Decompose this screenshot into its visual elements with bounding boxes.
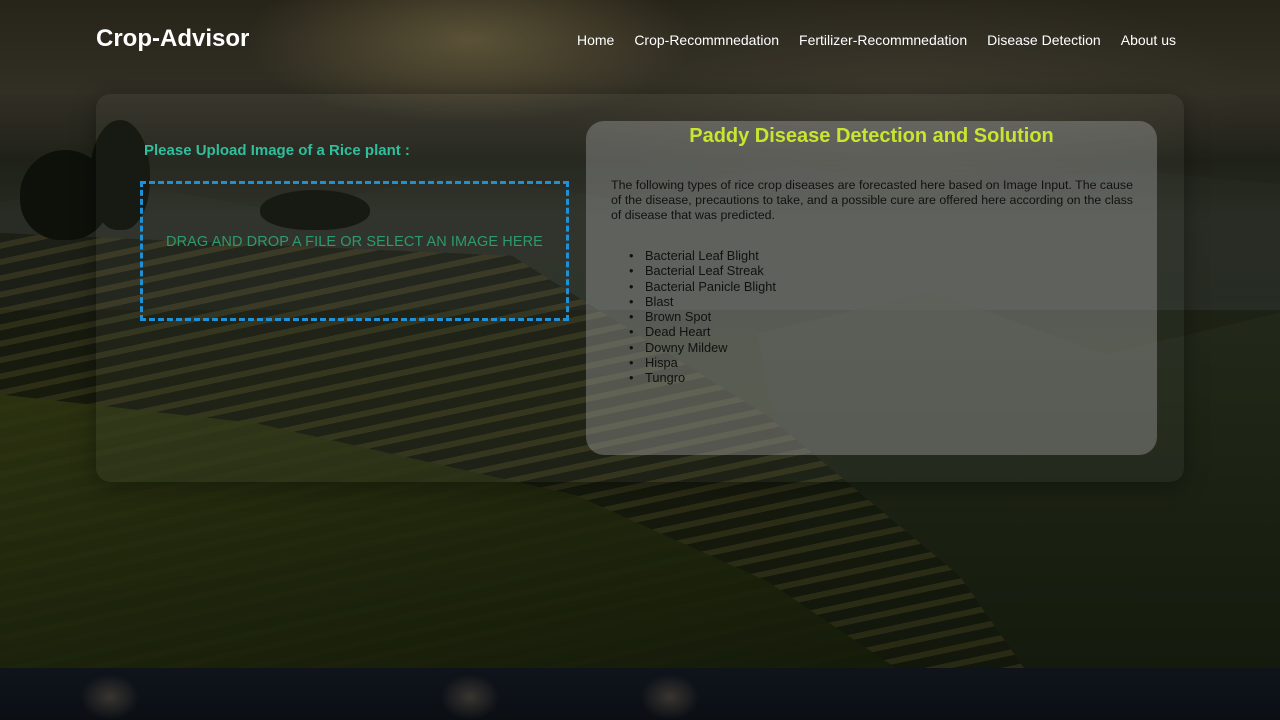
nav-disease-detection[interactable]: Disease Detection <box>987 32 1101 48</box>
dropzone-label: DRAG AND DROP A FILE OR SELECT AN IMAGE … <box>166 234 543 250</box>
footer-cloud <box>640 674 700 720</box>
file-dropzone[interactable]: DRAG AND DROP A FILE OR SELECT AN IMAGE … <box>140 181 569 321</box>
disease-info-card: Paddy Disease Detection and Solution The… <box>586 121 1157 455</box>
disease-list: Bacterial Leaf Blight Bacterial Leaf Str… <box>629 248 776 386</box>
brand-logo[interactable]: Crop-Advisor <box>96 25 249 53</box>
disease-list-item: Tungro <box>629 370 776 386</box>
nav-menu: Home Crop-Recommnedation Fertilizer-Reco… <box>577 32 1176 48</box>
disease-list-item: Brown Spot <box>629 309 776 325</box>
footer-cloud <box>80 674 140 720</box>
footer-cloud <box>440 674 500 720</box>
nav-crop-recommendation[interactable]: Crop-Recommnedation <box>634 32 779 48</box>
navbar: Crop-Advisor Home Crop-Recommnedation Fe… <box>0 0 1280 80</box>
disease-list-item: Dead Heart <box>629 324 776 340</box>
info-heading: Paddy Disease Detection and Solution <box>689 125 1054 147</box>
disease-list-item: Blast <box>629 294 776 310</box>
disease-list-item: Bacterial Panicle Blight <box>629 279 776 295</box>
disease-list-item: Bacterial Leaf Streak <box>629 263 776 279</box>
footer-strip <box>0 668 1280 720</box>
nav-home[interactable]: Home <box>577 32 614 48</box>
nav-about-us[interactable]: About us <box>1121 32 1176 48</box>
info-description: The following types of rice crop disease… <box>611 178 1133 222</box>
disease-list-item: Downy Mildew <box>629 340 776 356</box>
nav-fertilizer-recommendation[interactable]: Fertilizer-Recommnedation <box>799 32 967 48</box>
disease-list-item: Hispa <box>629 355 776 371</box>
disease-list-item: Bacterial Leaf Blight <box>629 248 776 264</box>
upload-title: Please Upload Image of a Rice plant : <box>144 142 410 159</box>
